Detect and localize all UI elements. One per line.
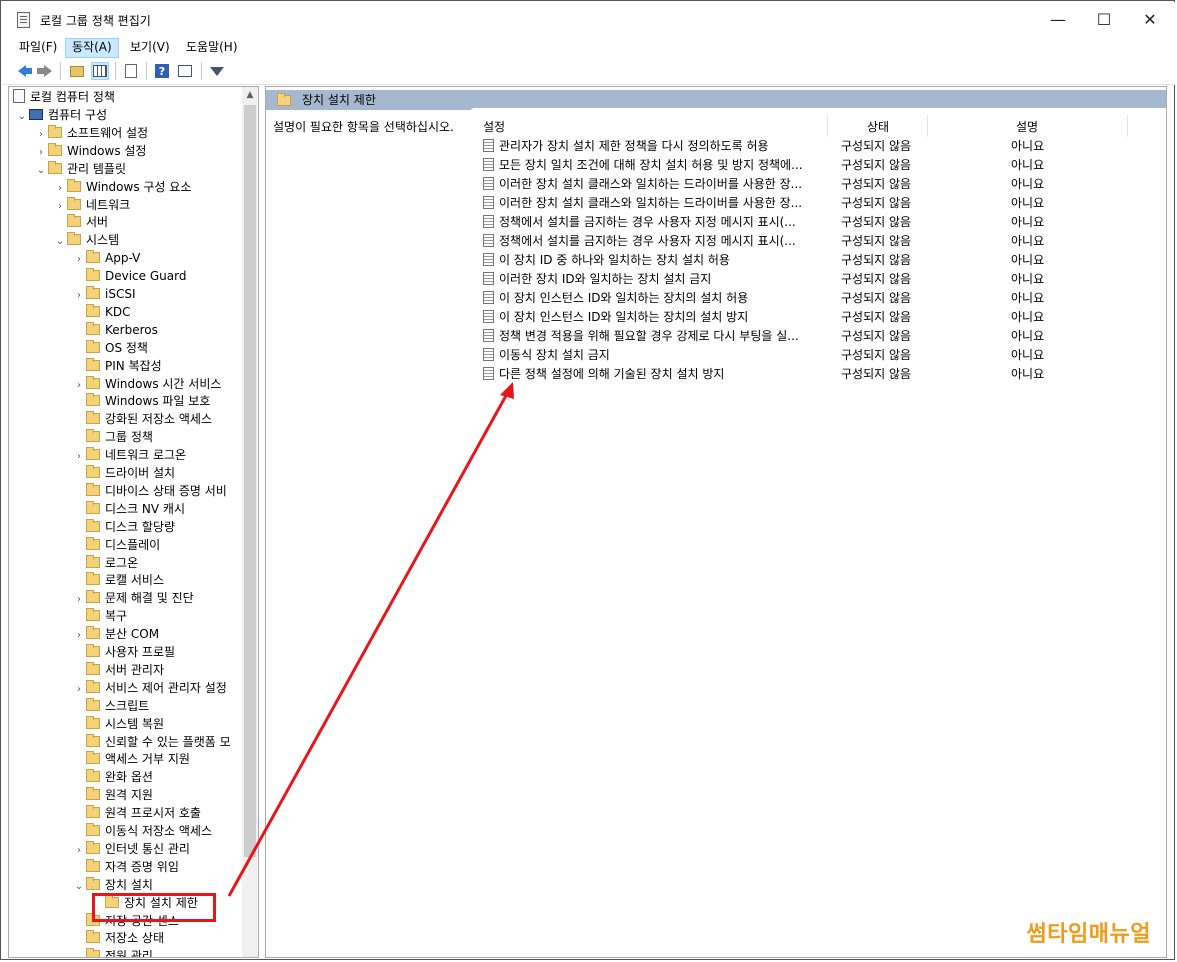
annotation-arrow (227, 382, 514, 897)
watermark-logo: 썸타임매뉴얼 (1026, 922, 1151, 947)
